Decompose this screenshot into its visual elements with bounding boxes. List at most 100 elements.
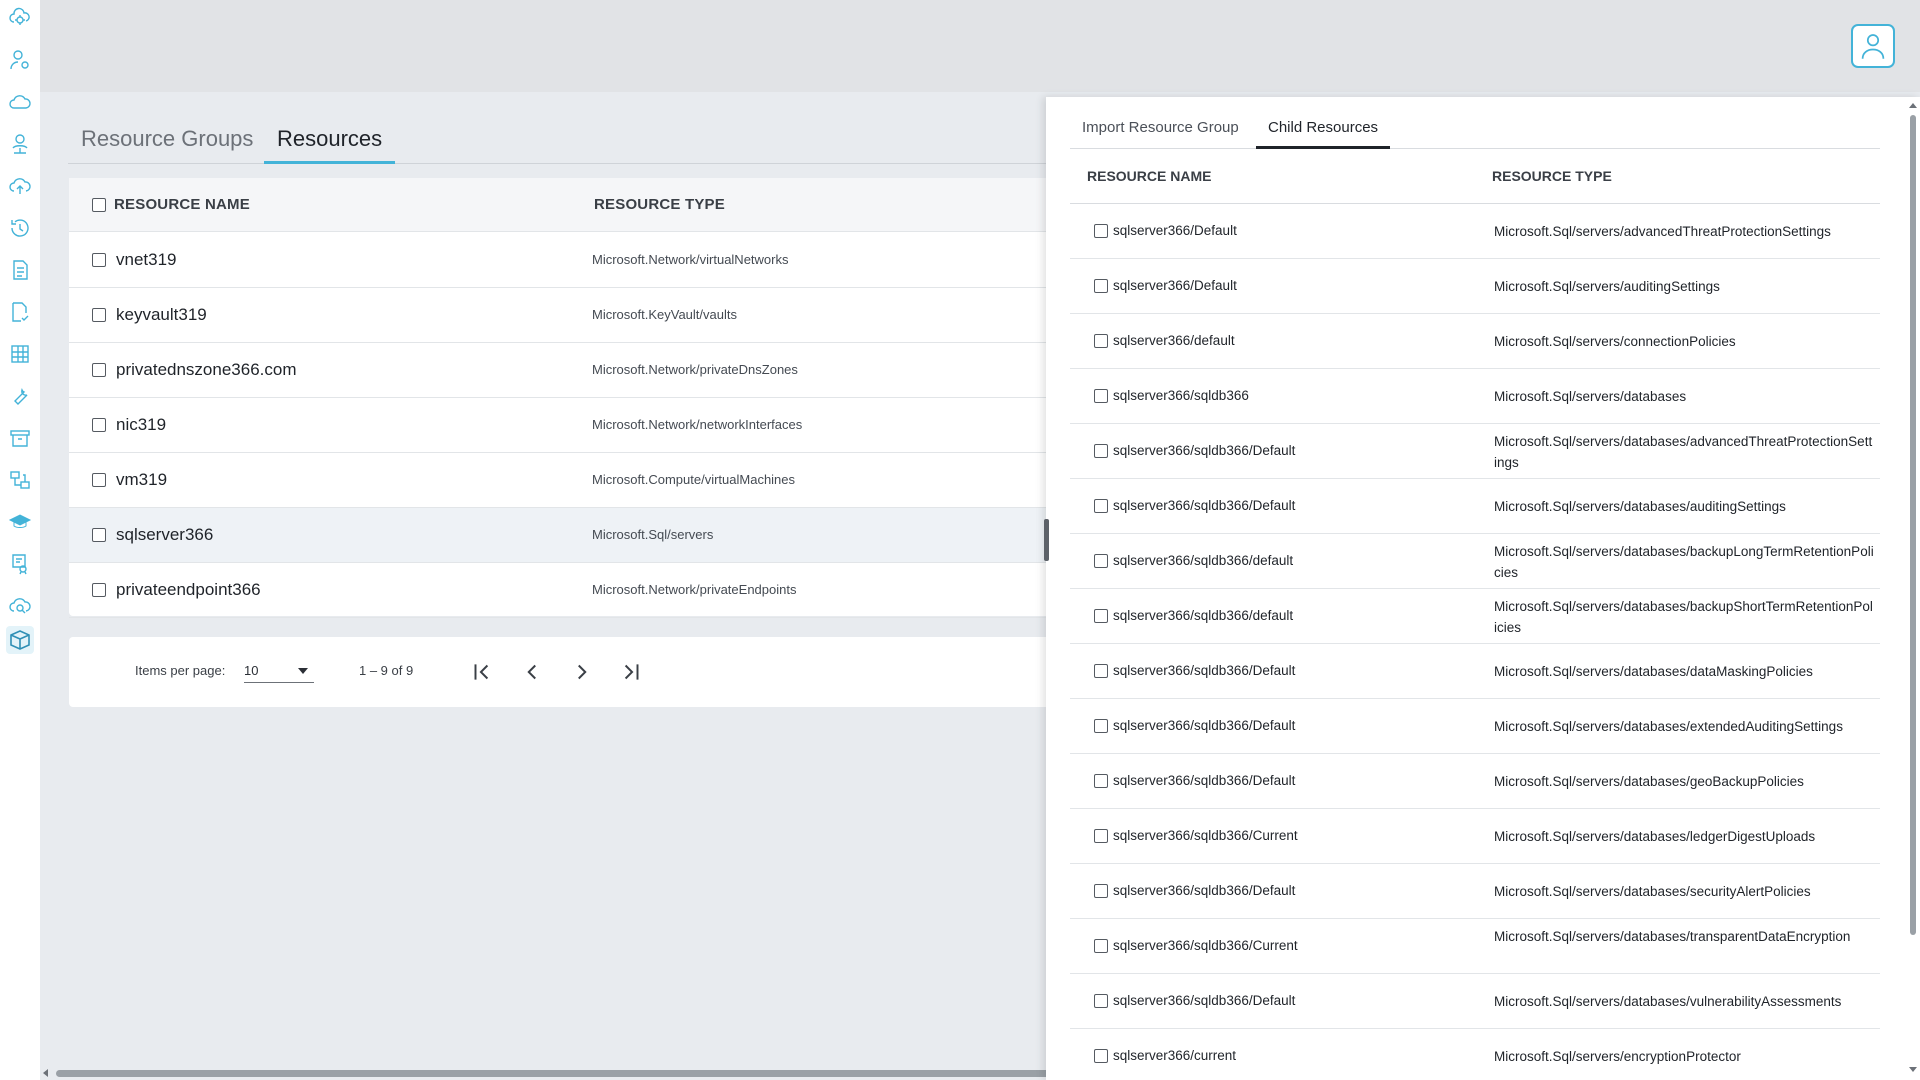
table-row[interactable]: vnet319 Microsoft.Network/virtualNetworks bbox=[69, 233, 1069, 288]
resource-name: sqlserver366 bbox=[116, 525, 214, 544]
panel-vertical-scrollbar[interactable] bbox=[1906, 97, 1920, 1080]
child-resource-type: Microsoft.Sql/servers/auditingSettings bbox=[1494, 279, 1720, 294]
cloud-upload-icon[interactable] bbox=[6, 172, 34, 200]
tab-resources[interactable]: Resources bbox=[264, 126, 396, 164]
row-checkbox[interactable] bbox=[1094, 554, 1108, 568]
child-resource-name: sqlserver366/sqldb366/Default bbox=[1113, 773, 1296, 788]
package-icon[interactable] bbox=[6, 626, 34, 654]
document-icon[interactable] bbox=[6, 256, 34, 284]
first-page-button[interactable] bbox=[469, 659, 495, 685]
row-checkbox[interactable] bbox=[1094, 279, 1108, 293]
previous-page-button[interactable] bbox=[519, 659, 545, 685]
table-row[interactable]: privateendpoint366 Microsoft.Network/priv… bbox=[69, 563, 1069, 618]
list-item[interactable]: sqlserver366/sqldb366/Default Microsoft.S… bbox=[1070, 974, 1880, 1029]
list-item[interactable]: sqlserver366/sqldb366/Default Microsoft.S… bbox=[1070, 424, 1880, 479]
row-checkbox[interactable] bbox=[92, 253, 106, 267]
list-item[interactable]: sqlserver366/Default Microsoft.Sql/server… bbox=[1070, 204, 1880, 259]
resource-name: keyvault319 bbox=[116, 305, 207, 324]
history-icon[interactable] bbox=[6, 214, 34, 242]
top-header bbox=[40, 0, 1920, 92]
child-resources-panel: Import Resource Group Child Resources RE… bbox=[1046, 97, 1920, 1080]
row-checkbox[interactable] bbox=[1094, 499, 1108, 513]
panel-table-header: RESOURCE NAME RESOURCE TYPE bbox=[1070, 149, 1880, 204]
list-item[interactable]: sqlserver366/sqldb366/Current Microsoft.S… bbox=[1070, 809, 1880, 864]
user-profile-button[interactable] bbox=[1851, 24, 1895, 68]
child-resource-name: sqlserver366/Default bbox=[1113, 223, 1237, 238]
panel-resize-handle[interactable] bbox=[1044, 519, 1049, 561]
cloud-search-icon[interactable] bbox=[6, 592, 34, 620]
main-tab-bar: Resource Groups Resources bbox=[68, 118, 1048, 164]
vertical-scrollbar-thumb[interactable] bbox=[1910, 115, 1916, 935]
tab-child-resources[interactable]: Child Resources bbox=[1256, 119, 1391, 149]
scroll-down-icon[interactable] bbox=[1909, 1067, 1917, 1072]
row-checkbox[interactable] bbox=[92, 418, 106, 432]
row-checkbox[interactable] bbox=[1094, 664, 1108, 678]
select-all-checkbox[interactable] bbox=[92, 198, 106, 212]
graduation-cap-icon[interactable] bbox=[6, 508, 34, 536]
user-gear-icon[interactable] bbox=[6, 46, 34, 74]
horizontal-scrollbar[interactable] bbox=[40, 1066, 1056, 1080]
table-row[interactable]: sqlserver366 Microsoft.Sql/servers bbox=[69, 508, 1069, 563]
user-icon bbox=[1861, 34, 1885, 59]
row-checkbox[interactable] bbox=[92, 473, 106, 487]
list-item[interactable]: sqlserver366/sqldb366/default Microsoft.S… bbox=[1070, 589, 1880, 644]
child-resource-type: Microsoft.Sql/servers/databases bbox=[1494, 389, 1687, 404]
migrate-icon[interactable] bbox=[6, 466, 34, 494]
tab-resource-groups[interactable]: Resource Groups bbox=[68, 126, 266, 164]
scroll-up-icon[interactable] bbox=[1909, 103, 1917, 108]
last-page-button[interactable] bbox=[618, 659, 644, 685]
row-checkbox[interactable] bbox=[1094, 224, 1108, 238]
list-item[interactable]: sqlserver366/sqldb366/Default Microsoft.S… bbox=[1070, 864, 1880, 919]
list-item[interactable]: sqlserver366/sqldb366/Current Microsoft.S… bbox=[1070, 919, 1880, 974]
child-resource-type: Microsoft.Sql/servers/connectionPolicies bbox=[1494, 334, 1736, 349]
report-grid-icon[interactable] bbox=[6, 340, 34, 368]
resource-name: vm319 bbox=[116, 470, 168, 489]
list-item[interactable]: sqlserver366/Default Microsoft.Sql/server… bbox=[1070, 259, 1880, 314]
table-row[interactable]: privatednszone366.com Microsoft.Network/p… bbox=[69, 343, 1069, 398]
row-checkbox[interactable] bbox=[1094, 334, 1108, 348]
list-item[interactable]: sqlserver366/sqldb366/Default Microsoft.S… bbox=[1070, 699, 1880, 754]
row-checkbox[interactable] bbox=[1094, 994, 1108, 1008]
next-page-button[interactable] bbox=[569, 659, 595, 685]
child-resource-name: sqlserver366/sqldb366/Default bbox=[1113, 718, 1296, 733]
tab-import-resource-group[interactable]: Import Resource Group bbox=[1070, 119, 1251, 149]
row-checkbox[interactable] bbox=[1094, 884, 1108, 898]
child-resource-name: sqlserver366/sqldb366 bbox=[1113, 388, 1249, 403]
list-item[interactable]: sqlserver366/sqldb366/Default Microsoft.S… bbox=[1070, 754, 1880, 809]
list-item[interactable]: sqlserver366/sqldb366/default Microsoft.S… bbox=[1070, 534, 1880, 589]
user-network-icon[interactable] bbox=[6, 130, 34, 158]
row-checkbox[interactable] bbox=[92, 528, 106, 542]
row-checkbox[interactable] bbox=[1094, 939, 1108, 953]
row-checkbox[interactable] bbox=[1094, 829, 1108, 843]
wrench-icon[interactable] bbox=[6, 382, 34, 410]
list-item[interactable]: sqlserver366/default Microsoft.Sql/server… bbox=[1070, 314, 1880, 369]
cloud-icon[interactable] bbox=[6, 88, 34, 116]
list-item[interactable]: sqlserver366/sqldb366/Default Microsoft.S… bbox=[1070, 644, 1880, 699]
row-checkbox[interactable] bbox=[1094, 609, 1108, 623]
certificate-icon[interactable] bbox=[6, 550, 34, 578]
row-checkbox[interactable] bbox=[1094, 774, 1108, 788]
table-row[interactable]: vm319 Microsoft.Compute/virtualMachines bbox=[69, 453, 1069, 508]
row-checkbox[interactable] bbox=[1094, 719, 1108, 733]
scroll-left-icon[interactable] bbox=[43, 1069, 48, 1077]
child-resource-name: sqlserver366/Default bbox=[1113, 278, 1237, 293]
row-checkbox[interactable] bbox=[92, 363, 106, 377]
table-row[interactable]: keyvault319 Microsoft.KeyVault/vaults bbox=[69, 288, 1069, 343]
row-checkbox[interactable] bbox=[92, 308, 106, 322]
list-item[interactable]: sqlserver366/sqldb366/Default Microsoft.S… bbox=[1070, 479, 1880, 534]
child-resource-type: Microsoft.Sql/servers/databases/extended… bbox=[1494, 719, 1843, 734]
cloud-gear-icon[interactable] bbox=[6, 4, 34, 32]
document-check-icon[interactable] bbox=[6, 298, 34, 326]
list-item[interactable]: sqlserver366/sqldb366 Microsoft.Sql/serve… bbox=[1070, 369, 1880, 424]
row-checkbox[interactable] bbox=[1094, 444, 1108, 458]
child-resource-name: sqlserver366/current bbox=[1113, 1048, 1237, 1063]
horizontal-scrollbar-thumb[interactable] bbox=[56, 1070, 1056, 1077]
resource-type: Microsoft.Network/privateEndpoints bbox=[592, 582, 797, 597]
archive-box-icon[interactable] bbox=[6, 424, 34, 452]
list-item[interactable]: sqlserver366/current Microsoft.Sql/server… bbox=[1070, 1029, 1880, 1080]
row-checkbox[interactable] bbox=[1094, 1049, 1108, 1063]
items-per-page-select[interactable]: 10 bbox=[244, 655, 314, 683]
row-checkbox[interactable] bbox=[92, 583, 106, 597]
row-checkbox[interactable] bbox=[1094, 389, 1108, 403]
table-row[interactable]: nic319 Microsoft.Network/networkInterface… bbox=[69, 398, 1069, 453]
